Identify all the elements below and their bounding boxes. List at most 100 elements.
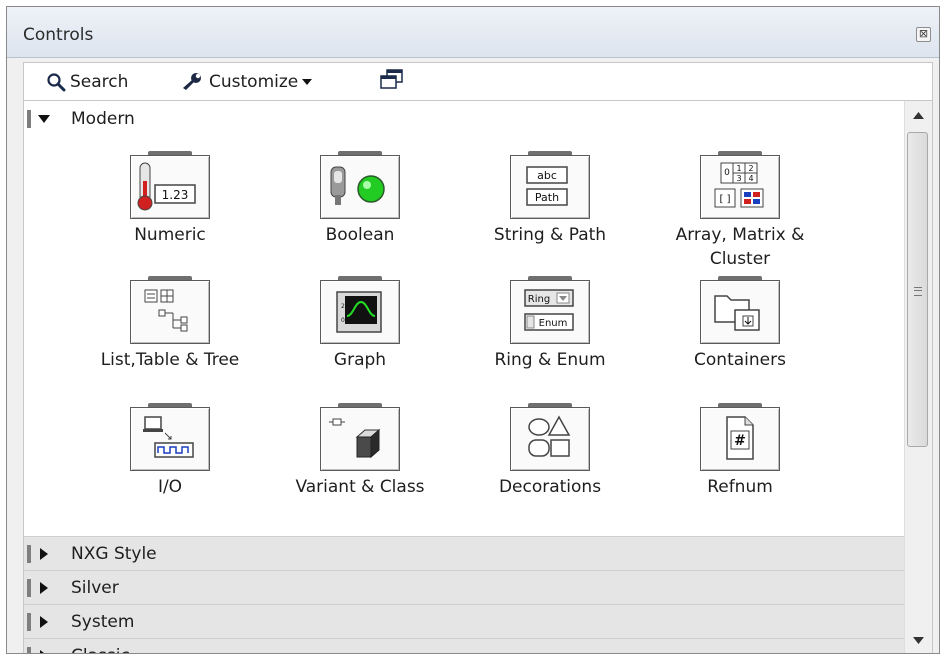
svg-text:abc: abc <box>537 169 557 182</box>
item-label: Variant & Class <box>295 477 425 497</box>
expand-triangle-icon <box>37 547 51 561</box>
svg-text:Path: Path <box>535 191 559 204</box>
scroll-up-arrow-icon[interactable] <box>913 112 924 119</box>
subpalette-folder: abc Path <box>510 151 590 219</box>
palette-window-icon <box>380 69 403 89</box>
svg-text:2: 2 <box>748 164 753 173</box>
item-label: Containers <box>694 350 786 370</box>
category-nxg-style[interactable]: NXG Style <box>24 536 905 570</box>
svg-text:#: # <box>734 433 746 449</box>
item-label: Boolean <box>325 225 395 245</box>
title-bar[interactable]: Controls ⊠ <box>7 7 939 58</box>
ring-enum-icon: Ring Enum <box>524 289 574 331</box>
scrollbar-thumb[interactable] <box>907 132 928 447</box>
subpalette-folder: 1.23 <box>130 151 210 219</box>
pin-palette-button[interactable] <box>379 69 409 91</box>
subpalette-folder: Ring Enum <box>510 276 590 344</box>
grip-handle-icon[interactable] <box>27 612 31 631</box>
category-silver[interactable]: Silver <box>24 570 905 604</box>
palette-toolbar: Search Customize <box>23 62 933 101</box>
subpalette-folder <box>130 276 210 344</box>
vertical-scrollbar[interactable] <box>904 101 932 653</box>
io-icon <box>143 416 194 458</box>
grip-handle-icon[interactable] <box>27 544 31 563</box>
subpalette-folder <box>510 403 590 471</box>
palette-item-graph[interactable]: 2 0 Graph <box>265 276 455 372</box>
list-table-tree-icon <box>144 289 188 332</box>
palette-item-refnum[interactable]: # Refnum <box>645 403 835 499</box>
subpalette-folder: # <box>700 403 780 471</box>
svg-text:1.23: 1.23 <box>162 188 189 202</box>
palette-content: Modern 1.23 Numeric Boolean abc Path Str… <box>23 100 933 654</box>
magnifier-icon <box>47 73 66 92</box>
svg-text:4: 4 <box>748 174 753 183</box>
palette-item-string-path[interactable]: abc Path String & Path <box>455 151 645 247</box>
item-label: Graph <box>333 350 387 370</box>
palette-item-variant-class[interactable]: Variant & Class <box>265 403 455 499</box>
category-system[interactable]: System <box>24 604 905 638</box>
graph-icon: 2 0 <box>336 291 382 333</box>
svg-text:Ring: Ring <box>528 294 550 305</box>
subpalette-folder: 0 1 2 3 4 [ ] <box>700 151 780 219</box>
grip-handle-icon[interactable] <box>27 578 31 597</box>
controls-palette-window: Controls ⊠ Search Customize Modern 1.23 … <box>6 6 940 654</box>
collapse-triangle-icon <box>37 112 51 126</box>
svg-text:3: 3 <box>736 174 741 183</box>
boolean-icon <box>330 166 385 205</box>
item-label: Refnum <box>707 477 773 497</box>
svg-text:2: 2 <box>341 303 345 310</box>
palette-item-ring-enum[interactable]: Ring Enum Ring & Enum <box>455 276 645 372</box>
subpalette-folder: 2 0 <box>320 276 400 344</box>
palette-item-io[interactable]: I/O <box>75 403 265 499</box>
category-classic[interactable]: Classic <box>24 638 905 654</box>
array-matrix-cluster-icon: 0 1 2 3 4 [ ] <box>714 162 764 208</box>
svg-text:0: 0 <box>724 168 730 178</box>
subpalette-folder <box>130 403 210 471</box>
expand-triangle-icon <box>37 649 51 653</box>
refnum-icon: # <box>726 416 754 460</box>
item-label: String & Path <box>493 225 607 245</box>
item-label: I/O <box>157 477 183 497</box>
item-label: Ring & Enum <box>494 350 606 370</box>
svg-text:1: 1 <box>736 164 741 173</box>
search-button[interactable]: Search <box>46 71 128 93</box>
item-label: Array, Matrix & Cluster <box>675 225 805 269</box>
subpalette-folder <box>700 276 780 344</box>
window-title: Controls <box>23 25 94 45</box>
palette-item-decorations[interactable]: Decorations <box>455 403 645 499</box>
palette-item-numeric[interactable]: 1.23 Numeric <box>75 151 265 247</box>
svg-text:[ ]: [ ] <box>720 194 731 205</box>
search-label: Search <box>70 72 129 92</box>
expand-triangle-icon <box>37 581 51 595</box>
subpalette-folder <box>320 151 400 219</box>
string-path-icon: abc Path <box>526 166 568 206</box>
category-modern[interactable]: Modern <box>24 103 905 135</box>
palette-item-containers[interactable]: Containers <box>645 276 835 372</box>
customize-button[interactable]: Customize <box>181 71 318 93</box>
grip-handle-icon[interactable] <box>27 110 31 128</box>
category-label: System <box>71 611 135 632</box>
dropdown-arrow-icon <box>302 79 313 85</box>
category-label: Classic <box>71 646 130 654</box>
subpalette-folder <box>320 403 400 471</box>
category-label: NXG Style <box>71 543 157 564</box>
wrench-icon <box>183 73 201 90</box>
variant-class-icon <box>329 418 381 459</box>
decorations-icon <box>528 415 571 457</box>
customize-label: Customize <box>209 72 299 92</box>
category-label: Modern <box>71 109 135 129</box>
grip-handle-icon[interactable] <box>27 646 31 653</box>
category-label: Silver <box>71 577 119 598</box>
scroll-down-arrow-icon[interactable] <box>913 637 924 644</box>
palette-item-array-matrix-cluster[interactable]: 0 1 2 3 4 [ ] Array, Matrix & Cluster <box>645 151 835 271</box>
svg-text:0: 0 <box>341 317 345 324</box>
thumb-grip-icon <box>914 287 922 296</box>
palette-item-boolean[interactable]: Boolean <box>265 151 455 247</box>
close-icon[interactable]: ⊠ <box>916 27 931 42</box>
containers-icon <box>714 295 760 331</box>
svg-text:Enum: Enum <box>539 318 568 329</box>
item-label: Decorations <box>498 477 602 497</box>
palette-item-list-table-tree[interactable]: List,Table & Tree <box>75 276 265 372</box>
numeric-icon: 1.23 <box>137 162 196 211</box>
item-label: Numeric <box>134 225 206 245</box>
